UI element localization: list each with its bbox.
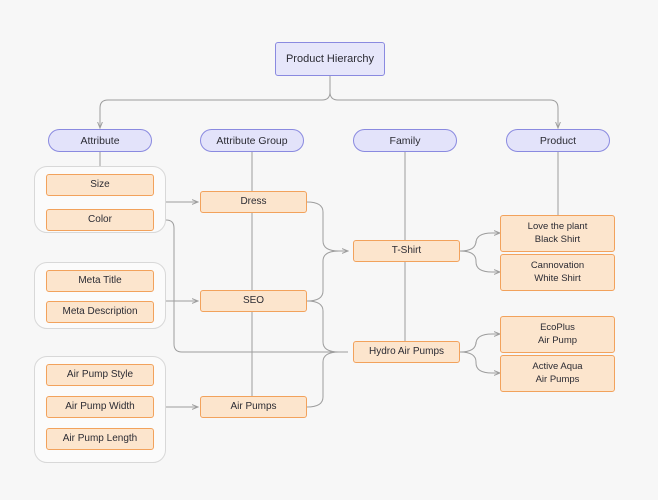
edge-root-to-attribute	[100, 91, 331, 128]
diagram-canvas: Product Hierarchy Attribute Attribute Gr…	[0, 0, 658, 500]
attribute-item-size-label: Size	[90, 178, 110, 190]
column-pill-family-label: Family	[389, 134, 421, 147]
attribute-group-node-dress-label: Dress	[240, 195, 267, 207]
column-pill-product[interactable]: Product	[506, 129, 610, 152]
product-node-ecoplus-air-pump[interactable]: EcoPlus Air Pump	[500, 316, 615, 353]
attribute-item-meta-description-label: Meta Description	[62, 305, 138, 317]
attribute-item-meta-description[interactable]: Meta Description	[46, 301, 154, 323]
attribute-item-size[interactable]: Size	[46, 174, 154, 196]
attribute-item-air-pump-width[interactable]: Air Pump Width	[46, 396, 154, 418]
attribute-item-meta-title-label: Meta Title	[78, 274, 122, 286]
attribute-group-node-seo[interactable]: SEO	[200, 290, 307, 312]
edge-tshirt-to-product2	[459, 250, 500, 272]
product-node-4-line1: Active Aqua	[532, 361, 583, 372]
edge-grp1-rail	[165, 219, 348, 353]
product-node-1-line2: Black Shirt	[534, 233, 581, 245]
attribute-group-node-seo-label: SEO	[242, 294, 265, 306]
edge-tshirt-to-product1	[459, 233, 500, 252]
attribute-item-air-pump-style[interactable]: Air Pump Style	[46, 364, 154, 386]
attribute-group-node-air-pumps-label: Air Pumps	[230, 400, 277, 412]
column-pill-attribute[interactable]: Attribute	[48, 129, 152, 152]
root-node-label: Product Hierarchy	[285, 53, 375, 65]
edge-hydro-to-product4	[459, 351, 500, 373]
edge-airpumps-to-hydro	[306, 351, 340, 408]
product-node-2-line1: Cannovation	[530, 260, 585, 271]
family-node-t-shirt[interactable]: T-Shirt	[353, 240, 460, 262]
column-pill-product-label: Product	[539, 134, 577, 147]
column-pill-attribute-group[interactable]: Attribute Group	[200, 129, 304, 152]
family-node-hydro-air-pumps-label: Hydro Air Pumps	[368, 345, 445, 357]
column-pill-attribute-label: Attribute	[80, 134, 120, 147]
column-pill-family[interactable]: Family	[353, 129, 457, 152]
column-pill-attribute-group-label: Attribute Group	[216, 134, 288, 147]
edge-hydro-to-product3	[459, 334, 500, 353]
product-node-cannovation-white-shirt[interactable]: Cannovation White Shirt	[500, 254, 615, 291]
product-node-love-the-plant-black-shirt[interactable]: Love the plant Black Shirt	[500, 215, 615, 252]
family-node-hydro-air-pumps[interactable]: Hydro Air Pumps	[353, 341, 460, 363]
attribute-item-color-label: Color	[88, 213, 112, 225]
attribute-item-color[interactable]: Color	[46, 209, 154, 231]
product-node-2-line2: White Shirt	[534, 272, 581, 284]
product-node-active-aqua-air-pumps[interactable]: Active Aqua Air Pumps	[500, 355, 615, 392]
attribute-item-meta-title[interactable]: Meta Title	[46, 270, 154, 292]
product-node-3-line2: Air Pump	[537, 334, 578, 346]
attribute-item-air-pump-length-label: Air Pump Length	[62, 432, 138, 444]
product-node-3-line1: EcoPlus	[540, 322, 575, 333]
edge-seo-to-tshirt	[306, 250, 340, 302]
attribute-group-node-dress[interactable]: Dress	[200, 191, 307, 213]
family-node-t-shirt-label: T-Shirt	[391, 244, 422, 256]
attribute-item-air-pump-length[interactable]: Air Pump Length	[46, 428, 154, 450]
edge-dress-to-tshirt	[306, 201, 348, 251]
root-node[interactable]: Product Hierarchy	[275, 42, 385, 76]
product-node-4-line2: Air Pumps	[535, 373, 580, 385]
edge-root-to-product	[329, 91, 558, 128]
edge-seo-to-hydro	[306, 300, 348, 353]
attribute-item-air-pump-style-label: Air Pump Style	[66, 368, 134, 380]
product-node-1-line1: Love the plant	[527, 221, 588, 232]
attribute-item-air-pump-width-label: Air Pump Width	[65, 400, 135, 412]
attribute-group-node-air-pumps[interactable]: Air Pumps	[200, 396, 307, 418]
